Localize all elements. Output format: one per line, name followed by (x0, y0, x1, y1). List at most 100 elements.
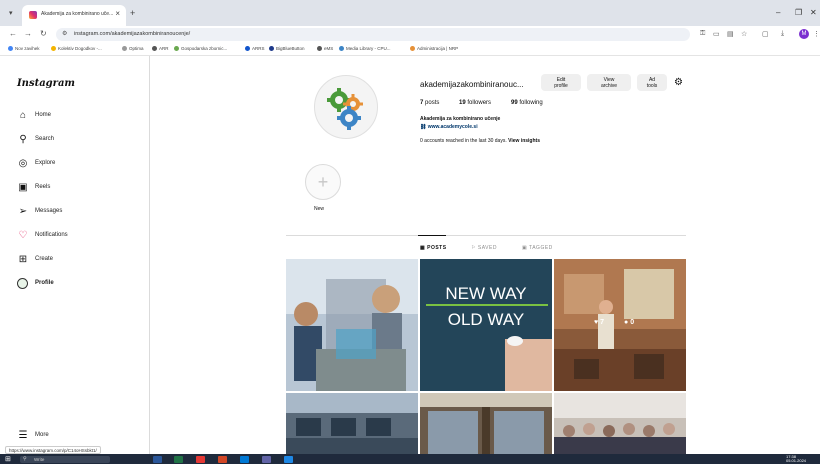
link-status-bar: https://www.instagram.com/p/C14oHSsbkt1/ (5, 446, 101, 454)
back-icon[interactable]: ← (9, 29, 17, 38)
reload-icon[interactable]: ↻ (40, 29, 47, 38)
bookmark-item[interactable]: Gospodarska zbornic... (174, 46, 227, 51)
taskbar-app-icon[interactable] (174, 456, 183, 463)
create-plus-icon: ⊞ (18, 254, 28, 265)
url-text[interactable]: instagram.com/akademijazakombiniranoucen… (74, 31, 190, 37)
link-icon: ⛓ (420, 124, 428, 130)
taskbar-app-icon[interactable] (284, 456, 293, 463)
browser-tab-active[interactable]: Akademija za kombinirano uče... × (22, 5, 126, 26)
sidebar-item-label: Search (35, 136, 55, 142)
button-label: tools (646, 83, 658, 89)
hallway-photo (420, 393, 552, 454)
bookmark-favicon-icon (339, 46, 344, 51)
sidebar-item-create[interactable]: ⊞ Create (17, 254, 137, 268)
bio-website-link[interactable]: ⛓ www.academycole.si (420, 124, 478, 130)
minimize-icon[interactable]: – (776, 8, 780, 17)
browser-menu-icon[interactable]: ⋮ (813, 30, 820, 38)
taskbar-app-icon[interactable] (153, 456, 162, 463)
view-archive-button[interactable]: View archive (587, 74, 631, 91)
bookmark-item[interactable]: Optima (122, 46, 144, 51)
bookmark-item[interactable]: BigBlueButton (269, 46, 305, 51)
view-insights-link[interactable]: View insights (508, 138, 540, 144)
computer-lab-photo (286, 393, 418, 454)
sidebar-item-more[interactable]: ☰ More (17, 430, 137, 444)
post-text-new-way: NEW WAY (445, 284, 526, 303)
password-key-icon[interactable]: ⚿ (700, 30, 705, 38)
extensions-icon[interactable]: ▢ (762, 30, 769, 38)
profile-picture[interactable] (314, 75, 378, 139)
active-tab-indicator (418, 235, 446, 236)
instagram-sidebar: Instagram ⌂ Home ⚲ Search ◎ Explore ▣ Re… (0, 56, 150, 454)
taskbar-app-icon[interactable] (240, 456, 249, 463)
ad-tools-button[interactable]: Ad tools (637, 74, 667, 91)
sidebar-item-messages[interactable]: ➢ Messages (17, 206, 137, 220)
home-icon: ⌂ (19, 110, 27, 121)
post-thumbnail-6[interactable] (554, 393, 686, 454)
tab-posts[interactable]: ▦ POSTS (420, 245, 447, 251)
site-info-icon[interactable]: ⚙ (62, 30, 67, 37)
forward-icon[interactable]: → (24, 29, 32, 38)
windows-start-icon[interactable]: ⊞ (5, 455, 11, 463)
button-label: archive (600, 83, 618, 89)
post-thumbnail-2[interactable]: NEW WAY OLD WAY (420, 259, 552, 391)
post-thumbnail-3[interactable]: ♥ 7 ● 0 (554, 259, 686, 391)
workshop-photo (286, 259, 418, 391)
sidebar-item-explore[interactable]: ◎ Explore (17, 158, 137, 172)
cast-icon[interactable]: ▭ (713, 30, 720, 38)
taskbar-app-icon[interactable] (262, 456, 271, 463)
taskbar-search-input[interactable]: ⚲ Write (20, 456, 110, 463)
profile-username: akademijazakombiniranouc... (420, 80, 524, 89)
edit-profile-button[interactable]: Edit profile (541, 74, 581, 91)
bookmark-item[interactable]: ARRS (245, 46, 265, 51)
sidebar-item-reels[interactable]: ▣ Reels (17, 182, 137, 196)
bookmark-favicon-icon (269, 46, 274, 51)
new-tab-icon[interactable]: + (130, 8, 135, 18)
profile-avatar-icon (17, 278, 28, 289)
bookmark-item[interactable]: eMS (317, 46, 333, 51)
tab-close-icon[interactable]: × (115, 9, 120, 18)
browser-profile-avatar[interactable]: M (799, 29, 809, 39)
bookmark-item[interactable]: Media Library - CPU... (339, 46, 391, 51)
tab-list-dropdown-icon[interactable]: ▾ (9, 9, 13, 17)
bookmark-item[interactable]: Nov zavihek (8, 46, 40, 51)
settings-gear-icon[interactable]: ⚙ (674, 77, 683, 88)
bookmark-favicon-icon (122, 46, 127, 51)
download-icon[interactable]: ⤓ (781, 30, 784, 38)
close-window-icon[interactable]: ✕ (810, 8, 817, 17)
bookmark-star-icon[interactable]: ☆ (741, 30, 747, 38)
gears-logo-icon (327, 88, 363, 130)
bookmark-item[interactable]: ARR (152, 46, 169, 51)
bio-name: Akademija za kombinirano učenje (420, 116, 501, 122)
browser-tab-bar: ▾ Akademija za kombinirano uče... × + – … (0, 0, 820, 26)
followers-count[interactable]: 19 followers (459, 100, 491, 106)
url-bar[interactable]: ⚙ instagram.com/akademijazakombiniranouc… (56, 28, 690, 41)
sidebar-item-notifications[interactable]: ♡ Notifications (17, 230, 137, 244)
tab-tagged[interactable]: ▣ TAGGED (522, 245, 553, 251)
tag-icon: ▣ (522, 245, 530, 251)
windows-taskbar: ⊞ ⚲ Write 17:38 05.01.2024 (0, 454, 820, 464)
new-highlight-label: New (314, 206, 325, 212)
post-thumbnail-1[interactable] (286, 259, 418, 391)
post-thumbnail-5[interactable] (420, 393, 552, 454)
instagram-logo[interactable]: Instagram (17, 78, 75, 89)
post-thumbnail-4[interactable] (286, 393, 418, 454)
plus-icon: + (317, 172, 329, 192)
taskbar-app-icon[interactable] (218, 456, 227, 463)
tab-title: Akademija za kombinirano uče... (41, 11, 114, 17)
tabs-divider (286, 235, 686, 236)
bookmark-item[interactable]: Kolektiv Dogodkov -... (51, 46, 102, 51)
bookmarks-bar: Nov zavihek Kolektiv Dogodkov -... Optima A… (0, 43, 820, 56)
new-highlight-button[interactable]: + (305, 164, 341, 200)
tab-saved[interactable]: ⚐ SAVED (471, 245, 497, 251)
post-text-old-way: OLD WAY (448, 310, 525, 329)
taskbar-clock[interactable]: 17:38 05.01.2024 (786, 455, 806, 463)
sidebar-item-home[interactable]: ⌂ Home (17, 110, 137, 124)
taskbar-app-icon[interactable] (196, 456, 205, 463)
reader-icon[interactable]: ▤ (727, 30, 734, 38)
sidebar-item-label: More (35, 432, 49, 438)
bookmark-item[interactable]: Administracija | NRP (410, 46, 458, 51)
sidebar-item-search[interactable]: ⚲ Search (17, 134, 137, 148)
maximize-icon[interactable]: ❐ (795, 8, 802, 17)
following-count[interactable]: 99 following (511, 100, 543, 106)
sidebar-item-profile[interactable]: Profile (17, 278, 137, 292)
